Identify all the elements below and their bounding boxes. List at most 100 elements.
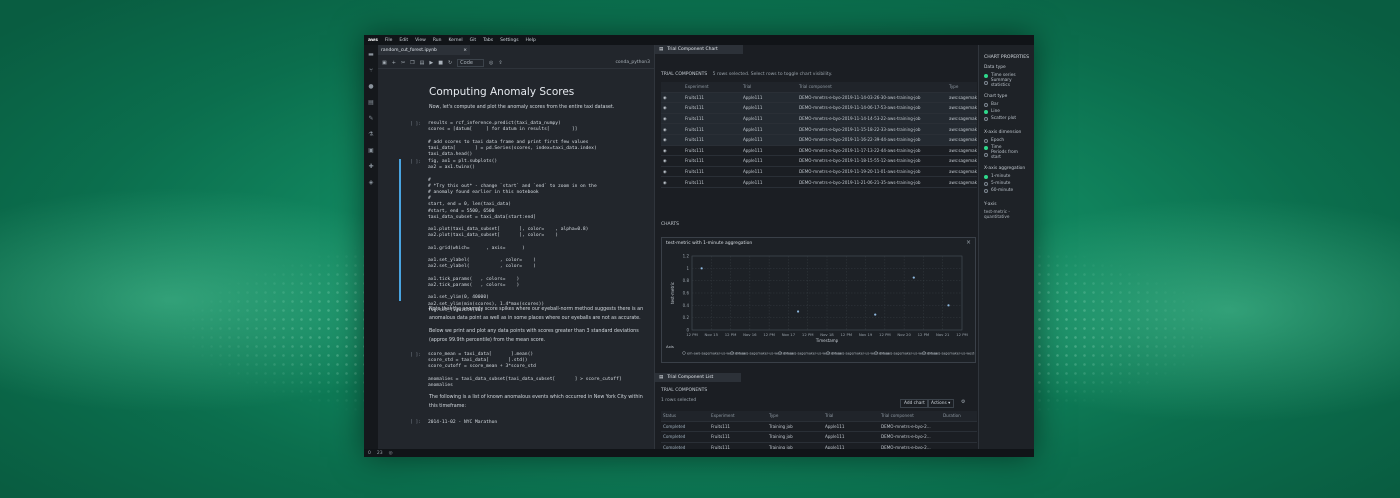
radio-bar[interactable]: Bar bbox=[984, 101, 1029, 108]
table-cell: Apple111 bbox=[743, 105, 763, 111]
wrench-icon[interactable]: ✎ bbox=[368, 116, 373, 122]
table-cell: Apple111 bbox=[743, 116, 763, 122]
eye-icon[interactable]: ◉ bbox=[661, 105, 683, 110]
code-cell-1[interactable]: results = rcf_inference.predict(taxi_dat… bbox=[428, 121, 650, 158]
column-header[interactable]: Trial bbox=[823, 413, 879, 418]
menu-help[interactable]: Help bbox=[526, 38, 536, 43]
radio-scatter[interactable]: Scatter plot bbox=[984, 115, 1029, 122]
radio-dot bbox=[984, 116, 988, 121]
table-row[interactable]: ◉ Fruits111 Apple111 DEMO-mnetrs-e-byo-2019… bbox=[661, 134, 977, 146]
menu-run[interactable]: Run bbox=[433, 38, 442, 43]
settings-icon[interactable]: ⚙ bbox=[961, 399, 965, 405]
add-chart-button[interactable]: Add chart bbox=[900, 399, 929, 408]
eye-icon[interactable]: ◉ bbox=[661, 116, 683, 121]
paste-icon[interactable]: ▤ bbox=[420, 60, 425, 66]
menu-tabs[interactable]: Tabs bbox=[483, 38, 493, 43]
menu-git[interactable]: Git bbox=[470, 38, 477, 43]
radio-line[interactable]: Line bbox=[984, 108, 1029, 115]
table-cell: Completed bbox=[663, 434, 686, 440]
code-cell-2[interactable]: fig, ax1 = plt.subplots() ax2 = ax1.twin… bbox=[428, 159, 650, 314]
notebook-tab[interactable]: random_cut_forest.ipynb × bbox=[378, 45, 470, 55]
y-tick-label: 1 bbox=[686, 266, 689, 271]
table-row[interactable]: Completed Fruits111 Training job Apple111 DE… bbox=[661, 422, 977, 433]
restart-icon[interactable]: ↻ bbox=[448, 60, 452, 66]
legend-marker[interactable] bbox=[682, 351, 686, 355]
kernel-name[interactable]: conda_python3 bbox=[615, 60, 650, 65]
column-header[interactable]: Experiment bbox=[683, 84, 741, 89]
eye-icon[interactable]: ◉ bbox=[661, 148, 683, 153]
data-point[interactable] bbox=[912, 276, 915, 279]
radio-periods-from-start[interactable]: Periods from start bbox=[984, 150, 1029, 160]
eye-icon[interactable]: ◉ bbox=[661, 127, 683, 132]
table-cell: aws:sagemaker bbox=[949, 94, 977, 100]
data-point[interactable] bbox=[874, 313, 877, 316]
eye-icon[interactable]: ◉ bbox=[661, 95, 683, 100]
y-axis-select[interactable]: test-metric - quantitative bbox=[984, 209, 1029, 219]
share-icon[interactable]: ⇪ bbox=[498, 60, 502, 66]
menu-settings[interactable]: Settings bbox=[500, 38, 518, 43]
radio-summary-statistics[interactable]: Summary statistics bbox=[984, 78, 1029, 88]
radio-5-minute[interactable]: 5-minute bbox=[984, 180, 1029, 187]
flask-icon[interactable]: ⚗ bbox=[368, 132, 373, 138]
data-point[interactable] bbox=[700, 267, 703, 270]
data-point[interactable] bbox=[796, 310, 800, 313]
table-row[interactable]: ◉ Fruits111 Apple111 DEMO-mnetrs-e-byo-2019… bbox=[661, 146, 977, 157]
radio-60-minute[interactable]: 60-minute bbox=[984, 187, 1029, 194]
column-header[interactable]: Experiment bbox=[709, 413, 767, 418]
table-row[interactable]: ◉ Fruits111 Apple111 DEMO-mnetrs-e-byo-2019… bbox=[661, 92, 977, 104]
commands-icon[interactable]: ▤ bbox=[368, 100, 374, 106]
data-point[interactable] bbox=[947, 304, 950, 307]
radio-1-minute[interactable]: 1-minute bbox=[984, 173, 1029, 180]
properties-title: CHART PROPERTIES bbox=[984, 55, 1030, 60]
x-aggregation-label: X-axis aggregation bbox=[984, 166, 1026, 171]
git-icon[interactable]: ⑂ bbox=[369, 68, 373, 74]
copy-icon[interactable]: ❐ bbox=[410, 60, 414, 66]
column-header[interactable]: Status bbox=[661, 413, 709, 418]
column-header[interactable]: Trial bbox=[741, 84, 797, 89]
column-header[interactable]: Trial component bbox=[879, 413, 941, 418]
save-icon[interactable]: ▣ bbox=[382, 60, 387, 66]
git-diff-icon[interactable]: ◎ bbox=[489, 60, 493, 66]
add-cell-icon[interactable]: + bbox=[392, 60, 396, 66]
menu-file[interactable]: File bbox=[385, 38, 393, 43]
cell-type-select[interactable]: Code bbox=[457, 58, 484, 67]
tab-trial-component-chart[interactable]: ▤ Trial Component Chart bbox=[655, 45, 743, 54]
experiments-icon[interactable]: ◈ bbox=[369, 180, 374, 186]
run-icon[interactable]: ▶ bbox=[429, 60, 433, 66]
section-heading: Computing Anomaly Scores bbox=[429, 86, 575, 98]
column-header[interactable]: Type bbox=[767, 413, 823, 418]
actions-button[interactable]: Actions ▾ bbox=[927, 399, 955, 408]
menu-view[interactable]: View bbox=[415, 38, 426, 43]
table-row[interactable]: ◉ Fruits111 Apple111 DEMO-mnetrs-e-byo-2019… bbox=[661, 113, 977, 125]
table-row[interactable]: ◉ Fruits111 Apple111 DEMO-mnetrs-e-byo-2019… bbox=[661, 177, 977, 188]
note-text: Note that the anomaly score spikes where… bbox=[429, 307, 644, 321]
y-tick-label: 1.2 bbox=[683, 254, 690, 259]
code-cell-3[interactable]: score_mean = taxi_data[ ].mean() score_s… bbox=[428, 352, 650, 389]
eye-icon[interactable]: ◉ bbox=[661, 158, 683, 163]
menu-kernel[interactable]: Kernel bbox=[448, 38, 462, 43]
folder-icon[interactable]: ▬ bbox=[368, 52, 374, 58]
running-icon[interactable]: ● bbox=[368, 84, 373, 90]
eye-icon[interactable]: ◉ bbox=[661, 137, 683, 142]
menu-edit[interactable]: Edit bbox=[399, 38, 408, 43]
eye-icon[interactable]: ◉ bbox=[661, 169, 683, 174]
code-cell-4[interactable]: 2014-11-02 - NYC Marathon bbox=[428, 420, 650, 426]
radio-epoch[interactable]: Epoch bbox=[984, 137, 1029, 144]
x-tick-label: 12 PM bbox=[918, 332, 930, 337]
column-header[interactable]: Trial component bbox=[797, 84, 947, 89]
chart-card: test-metric with 1-minute aggregation × … bbox=[661, 237, 976, 363]
table-row[interactable]: Completed Fruits111 Training job Apple111 DE… bbox=[661, 432, 977, 443]
table-row[interactable]: ◉ Fruits111 Apple111 DEMO-mnetrs-e-byo-2019… bbox=[661, 103, 977, 114]
extension-icon[interactable]: ✚ bbox=[368, 164, 373, 170]
column-header[interactable]: Type bbox=[947, 84, 977, 89]
table-row[interactable]: ◉ Fruits111 Apple111 DEMO-mnetrs-e-byo-2019… bbox=[661, 124, 977, 135]
tabs-icon[interactable]: ▣ bbox=[368, 148, 374, 154]
table-row[interactable]: ◉ Fruits111 Apple111 DEMO-mnetrs-e-byo-2019… bbox=[661, 156, 977, 167]
tab-trial-component-list[interactable]: ▤ Trial Component List bbox=[655, 373, 741, 382]
stop-icon[interactable]: ■ bbox=[438, 60, 443, 66]
column-header[interactable]: Duration bbox=[941, 413, 971, 418]
close-icon[interactable]: × bbox=[463, 48, 467, 53]
cut-icon[interactable]: ✂ bbox=[401, 60, 405, 66]
table-row[interactable]: ◉ Fruits111 Apple111 DEMO-mnetrs-e-byo-2019… bbox=[661, 167, 977, 178]
eye-icon[interactable]: ◉ bbox=[661, 180, 683, 185]
